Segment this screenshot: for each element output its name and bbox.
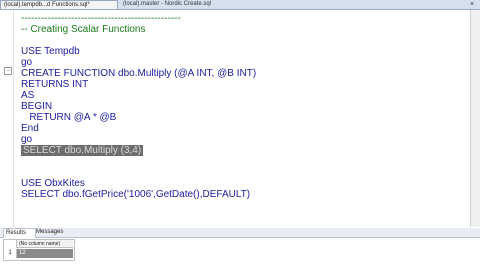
result-cell[interactable]: 12 xyxy=(16,249,73,258)
code-line[interactable]: RETURN @A * @B xyxy=(21,112,116,123)
code-line[interactable]: AS xyxy=(21,90,34,101)
collapse-icon[interactable]: − xyxy=(4,67,12,75)
results-pane: Results Messages (No column name) 1 12 xyxy=(0,228,480,270)
document-tab-bar: (local).tempdb...d Functions.sql* (local… xyxy=(0,0,480,10)
code-line[interactable]: ----------------------------------------… xyxy=(21,13,181,24)
results-grid: (No column name) 1 12 xyxy=(3,239,75,261)
selected-code-line[interactable]: SELECT dbo.Multiply (3,4) xyxy=(21,145,144,156)
code-line[interactable]: SELECT dbo.fGetPrice('1006',GetDate(),DE… xyxy=(21,189,250,200)
results-tab-bar: Results Messages xyxy=(0,228,480,238)
tab-results[interactable]: Results xyxy=(3,228,36,238)
code-line[interactable]: go xyxy=(21,57,32,68)
code-line[interactable]: BEGIN xyxy=(21,101,52,112)
line-gutter: − xyxy=(0,10,14,227)
row-number[interactable]: 1 xyxy=(4,249,16,258)
code-line[interactable]: go xyxy=(21,134,32,145)
code-line[interactable]: USE Tempdb xyxy=(21,46,80,57)
vertical-scrollbar[interactable] xyxy=(470,10,480,227)
query-editor[interactable]: − --------------------------------------… xyxy=(0,10,480,227)
tab-nordic-create-sql[interactable]: (local).master - Nordic Create.sql xyxy=(120,0,211,9)
code-line[interactable]: RETURNS INT xyxy=(21,79,88,90)
code-line[interactable]: -- Creating Scalar Functions xyxy=(21,24,146,35)
code-line[interactable]: End xyxy=(21,123,39,134)
tab-functions-sql[interactable]: (local).tempdb...d Functions.sql* xyxy=(0,0,118,9)
code-line[interactable]: CREATE FUNCTION dbo.Multiply (@A INT, @B… xyxy=(21,68,256,79)
column-header[interactable]: (No column name) xyxy=(16,240,73,248)
code-line[interactable]: USE ObxKites xyxy=(21,178,85,189)
selection-highlight[interactable]: SELECT dbo.Multiply (3,4) xyxy=(21,145,144,156)
close-icon[interactable]: × xyxy=(470,0,474,9)
tab-messages[interactable]: Messages xyxy=(34,228,69,237)
